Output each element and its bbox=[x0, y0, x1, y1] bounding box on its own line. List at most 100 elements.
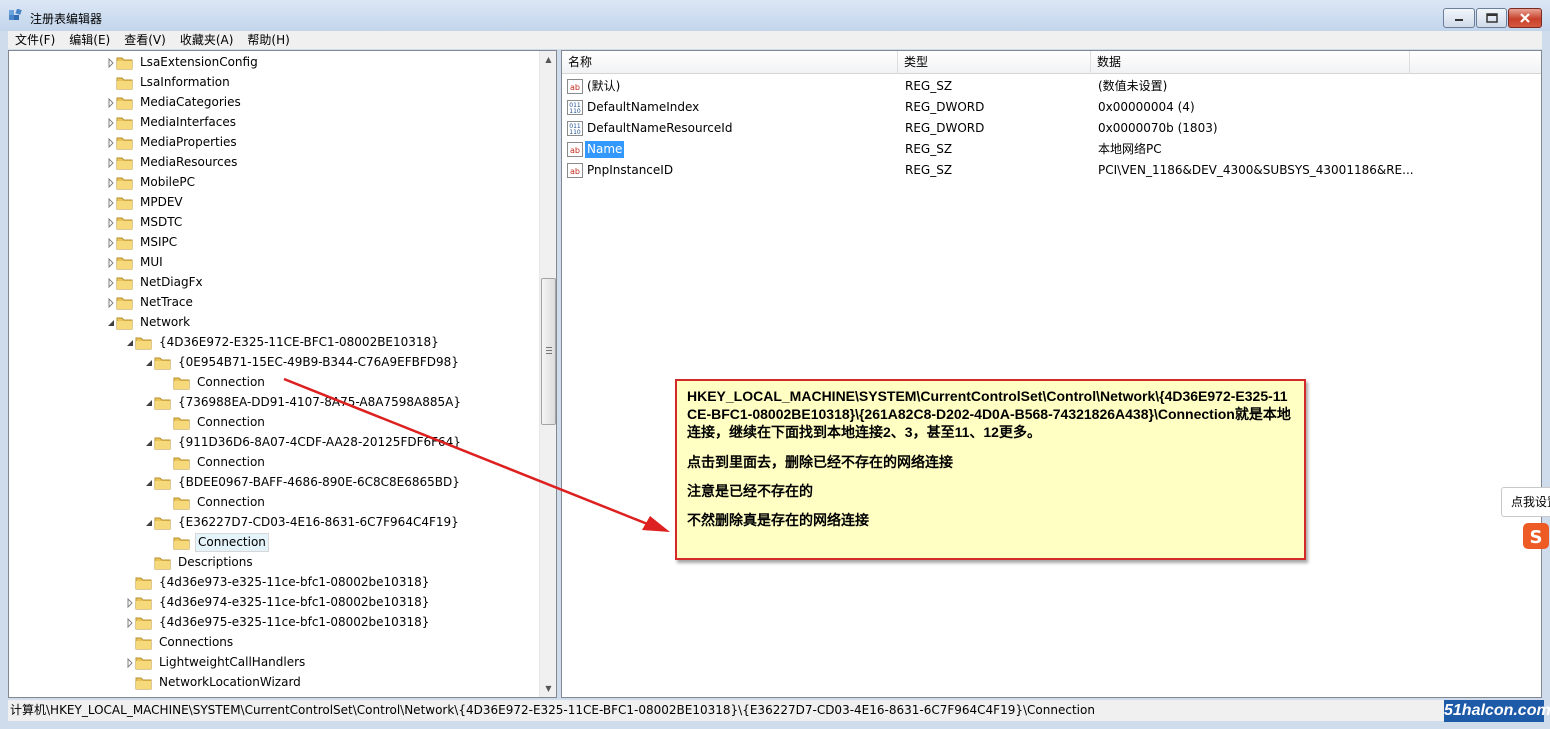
minimize-icon bbox=[1455, 19, 1463, 21]
tree-node-label: {911D36D6-8A07-4CDF-AA28-20125FDF6F64} bbox=[178, 434, 461, 449]
tree-node[interactable]: {4d36e974-e325-11ce-bfc1-08002be10318} bbox=[127, 592, 431, 612]
value-type: REG_SZ bbox=[905, 163, 953, 177]
tree-node[interactable]: Network bbox=[108, 312, 192, 332]
folder-icon bbox=[116, 155, 133, 170]
collapsed-arrow-icon[interactable] bbox=[125, 617, 135, 629]
tree-node[interactable]: {BDEE0967-BAFF-4686-890E-6C8C8E6865BD} bbox=[146, 472, 462, 492]
tree-node-label: LsaInformation bbox=[140, 74, 230, 89]
tree-node[interactable]: Connection bbox=[173, 492, 267, 512]
value-name: DefaultNameIndex bbox=[587, 100, 700, 114]
tree-node[interactable]: MSIPC bbox=[108, 232, 179, 252]
sogou-icon[interactable]: S bbox=[1522, 522, 1550, 550]
expanded-arrow-icon[interactable] bbox=[144, 477, 154, 487]
expanded-arrow-icon[interactable] bbox=[144, 357, 154, 367]
menu-edit[interactable]: 编辑(E) bbox=[62, 31, 117, 49]
expanded-arrow-icon[interactable] bbox=[106, 317, 116, 327]
expanded-arrow-icon[interactable] bbox=[125, 337, 135, 347]
tree-node[interactable]: LightweightCallHandlers bbox=[127, 652, 307, 672]
tree-node[interactable]: Connection bbox=[173, 532, 269, 552]
menu-favorites[interactable]: 收藏夹(A) bbox=[173, 31, 241, 49]
tree-node[interactable]: Connection bbox=[173, 452, 267, 472]
tree-node[interactable]: Connection bbox=[173, 372, 267, 392]
tree-node[interactable]: NetTrace bbox=[108, 292, 195, 312]
tree-node[interactable]: MediaCategories bbox=[108, 92, 243, 112]
tree-node[interactable]: {4D36E972-E325-11CE-BFC1-08002BE10318} bbox=[127, 332, 441, 352]
collapsed-arrow-icon[interactable] bbox=[106, 157, 116, 169]
collapsed-arrow-icon[interactable] bbox=[106, 197, 116, 209]
folder-icon bbox=[173, 455, 190, 470]
collapsed-arrow-icon[interactable] bbox=[106, 217, 116, 229]
value-row[interactable]: ab PnpInstanceID REG_SZ PCI\VEN_1186&DEV_43… bbox=[562, 160, 1541, 181]
tree-node[interactable]: MediaInterfaces bbox=[108, 112, 238, 132]
tree-node[interactable]: MediaProperties bbox=[108, 132, 239, 152]
values-list[interactable]: 名称 类型 数据 ab (默认) REG_SZ (数值未设置) 011 110 Defaul… bbox=[561, 50, 1542, 698]
menu-view[interactable]: 查看(V) bbox=[117, 31, 173, 49]
column-header-type[interactable]: 类型 bbox=[898, 51, 1091, 74]
registry-tree[interactable]: LsaExtensionConfig LsaInformation MediaCat… bbox=[8, 50, 557, 698]
value-name: (默认) bbox=[587, 79, 621, 93]
tree-node[interactable]: {911D36D6-8A07-4CDF-AA28-20125FDF6F64} bbox=[146, 432, 463, 452]
collapsed-arrow-icon[interactable] bbox=[106, 237, 116, 249]
value-row[interactable]: ab (默认) REG_SZ (数值未设置) bbox=[562, 76, 1541, 97]
value-name-cell: 011 110 DefaultNameResourceId bbox=[567, 118, 734, 139]
tree-scrollbar[interactable]: ▲ ▼ bbox=[539, 51, 556, 697]
collapsed-arrow-icon[interactable] bbox=[106, 177, 116, 189]
folder-icon bbox=[154, 395, 171, 410]
tree-node[interactable]: {4d36e973-e325-11ce-bfc1-08002be10318} bbox=[135, 572, 431, 592]
value-row[interactable]: ab Name REG_SZ 本地网络PC bbox=[562, 139, 1541, 160]
tree-node[interactable]: LsaInformation bbox=[116, 72, 232, 92]
value-type: REG_DWORD bbox=[905, 100, 985, 114]
tree-node[interactable]: Connections bbox=[135, 632, 235, 652]
menu-bar: 文件(F) 编辑(E) 查看(V) 收藏夹(A) 帮助(H) bbox=[8, 31, 1542, 49]
tree-node[interactable]: {4d36e975-e325-11ce-bfc1-08002be10318} bbox=[127, 612, 431, 632]
collapsed-arrow-icon[interactable] bbox=[106, 97, 116, 109]
scroll-thumb[interactable] bbox=[541, 278, 556, 425]
tree-node[interactable]: LsaExtensionConfig bbox=[108, 52, 260, 72]
tree-node[interactable]: MUI bbox=[108, 252, 165, 272]
tree-node-label: {736988EA-DD91-4107-8A75-A8A7598A885A} bbox=[178, 394, 461, 409]
collapsed-arrow-icon[interactable] bbox=[106, 137, 116, 149]
collapsed-arrow-icon[interactable] bbox=[106, 57, 116, 69]
tree-node[interactable]: NetDiagFx bbox=[108, 272, 205, 292]
folder-icon bbox=[116, 215, 133, 230]
folder-icon bbox=[135, 675, 152, 690]
arrow-down-icon: ▼ bbox=[545, 684, 552, 693]
tree-node[interactable]: Descriptions bbox=[154, 552, 255, 572]
collapsed-arrow-icon[interactable] bbox=[125, 597, 135, 609]
value-name-cell: ab PnpInstanceID bbox=[567, 160, 675, 181]
expanded-arrow-icon[interactable] bbox=[144, 517, 154, 527]
value-row[interactable]: 011 110 DefaultNameIndex REG_DWORD 0x0000000… bbox=[562, 97, 1541, 118]
value-row[interactable]: 011 110 DefaultNameResourceId REG_DWORD 0x00… bbox=[562, 118, 1541, 139]
tree-node[interactable]: NetworkLocationWizard bbox=[135, 672, 303, 692]
tree-node[interactable]: {0E954B71-15EC-49B9-B344-C76A9EFBFD98} bbox=[146, 352, 461, 372]
scroll-down-button[interactable]: ▼ bbox=[540, 680, 556, 697]
collapsed-arrow-icon[interactable] bbox=[106, 257, 116, 269]
column-header-name[interactable]: 名称 bbox=[562, 51, 898, 74]
tree-node[interactable]: MobilePC bbox=[108, 172, 197, 192]
column-header-data[interactable]: 数据 bbox=[1091, 51, 1410, 74]
tree-node[interactable]: MPDEV bbox=[108, 192, 185, 212]
scroll-up-button[interactable]: ▲ bbox=[540, 51, 556, 68]
value-data: 0x0000070b (1803) bbox=[1098, 121, 1218, 135]
tree-node-label: MUI bbox=[140, 254, 163, 269]
collapsed-arrow-icon[interactable] bbox=[106, 277, 116, 289]
tree-node[interactable]: MediaResources bbox=[108, 152, 239, 172]
value-type: REG_DWORD bbox=[905, 121, 985, 135]
tree-node[interactable]: {736988EA-DD91-4107-8A75-A8A7598A885A} bbox=[146, 392, 463, 412]
menu-help[interactable]: 帮助(H) bbox=[240, 31, 296, 49]
tree-node[interactable]: {E36227D7-CD03-4E16-8631-6C7F964C4F19} bbox=[146, 512, 461, 532]
tree-node[interactable]: MSDTC bbox=[108, 212, 184, 232]
close-button[interactable] bbox=[1508, 8, 1542, 28]
expanded-arrow-icon[interactable] bbox=[144, 437, 154, 447]
maximize-button[interactable] bbox=[1476, 8, 1507, 28]
collapsed-arrow-icon[interactable] bbox=[125, 657, 135, 669]
ime-setting-tip[interactable]: 点我设置 bbox=[1501, 487, 1550, 517]
expanded-arrow-icon[interactable] bbox=[144, 397, 154, 407]
tree-node-label: LsaExtensionConfig bbox=[140, 54, 258, 69]
tree-node[interactable]: Connection bbox=[173, 412, 267, 432]
minimize-button[interactable] bbox=[1443, 8, 1475, 28]
collapsed-arrow-icon[interactable] bbox=[106, 117, 116, 129]
menu-file[interactable]: 文件(F) bbox=[8, 31, 62, 49]
folder-icon bbox=[116, 135, 133, 150]
collapsed-arrow-icon[interactable] bbox=[106, 297, 116, 309]
